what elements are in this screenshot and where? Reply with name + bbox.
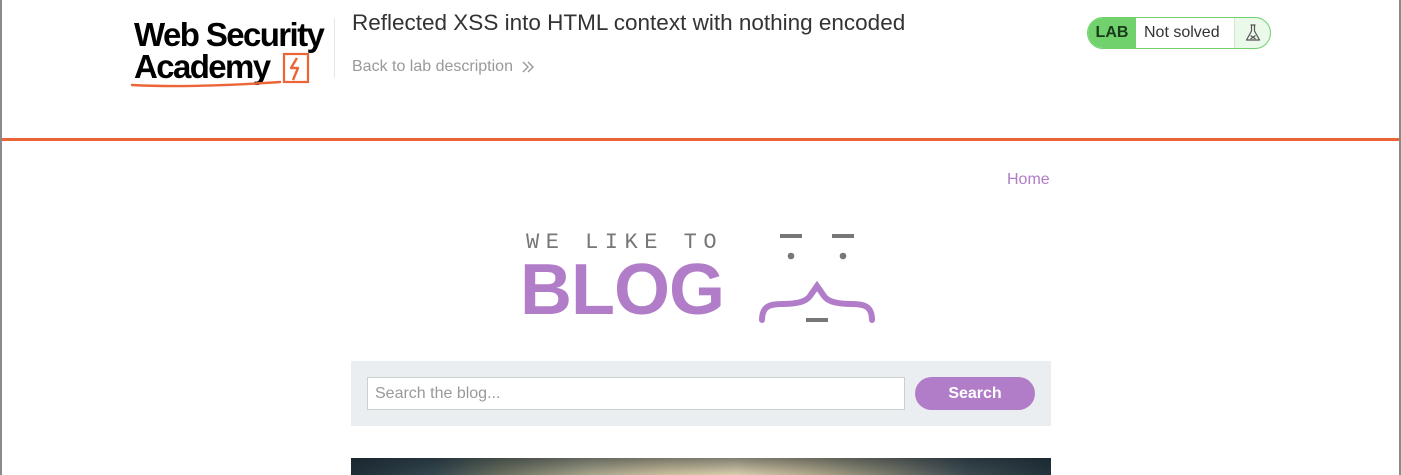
banner-title: BLOG	[520, 250, 725, 330]
blog-banner: WE LIKE TO BLOG	[520, 226, 880, 330]
web-security-academy-logo[interactable]: Web Security Academy	[130, 14, 340, 92]
logo-divider	[334, 18, 335, 78]
lightning-bolt-icon	[282, 52, 310, 84]
nav-home-link[interactable]: Home	[1007, 171, 1050, 189]
double-chevron-right-icon	[522, 61, 534, 73]
curly-brace-face-icon	[759, 234, 875, 323]
lab-status-text: Not solved	[1136, 18, 1234, 48]
header-rule	[2, 138, 1399, 141]
back-to-description-link[interactable]: Back to lab description	[352, 58, 535, 76]
lab-badge: LAB	[1088, 18, 1136, 48]
lab-status-widget: LAB Not solved	[1087, 17, 1271, 49]
back-link-label: Back to lab description	[352, 58, 513, 75]
blog-post-image[interactable]	[351, 458, 1051, 475]
logo-underline-swoosh	[130, 80, 282, 88]
logo-line-1: Web Security	[134, 16, 325, 53]
lab-title: Reflected XSS into HTML context with not…	[352, 10, 906, 35]
flask-icon	[1234, 18, 1270, 48]
search-button[interactable]: Search	[915, 377, 1035, 410]
search-input[interactable]	[367, 377, 905, 410]
logo-line-2: Academy	[134, 48, 271, 85]
blog-search-bar: Search	[351, 361, 1051, 426]
